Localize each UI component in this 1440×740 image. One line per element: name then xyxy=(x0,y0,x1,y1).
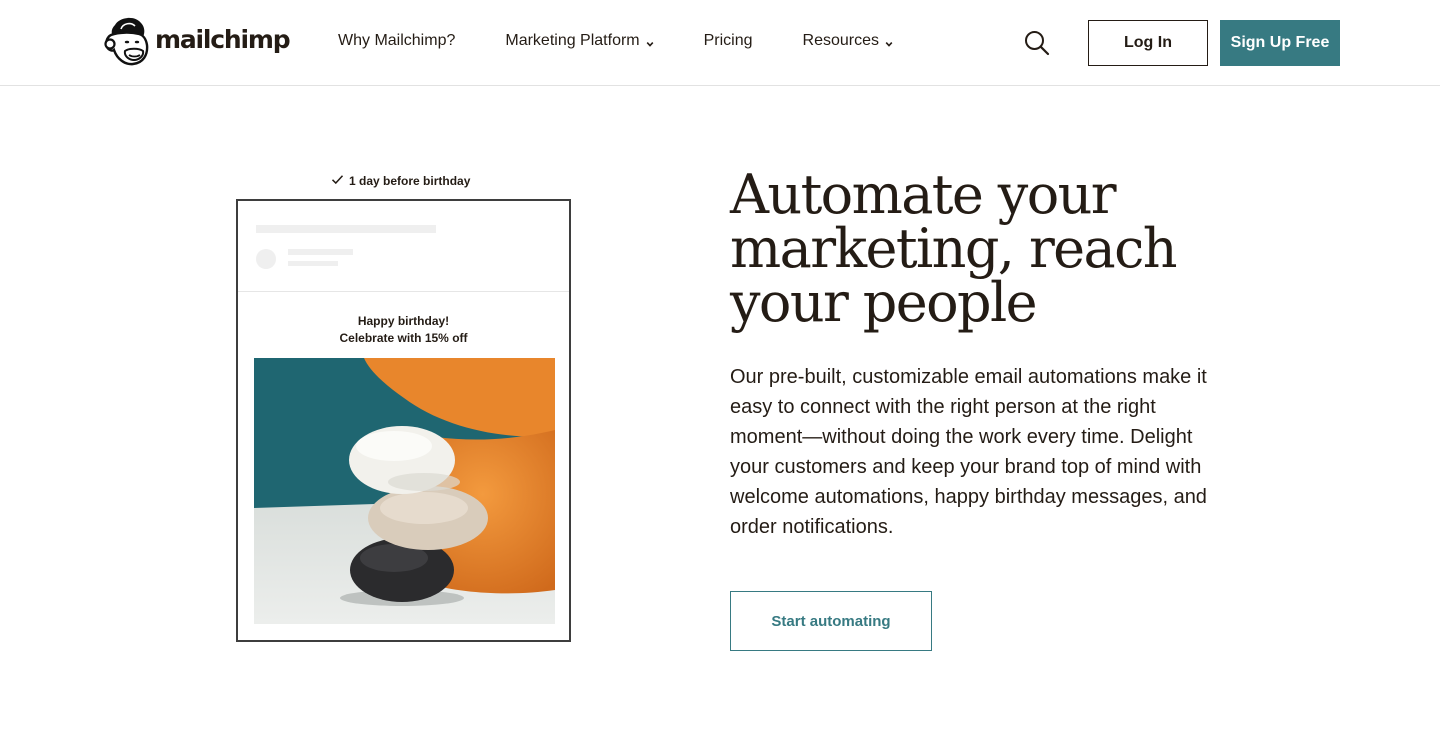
search-icon[interactable] xyxy=(1023,29,1051,57)
description-line: moment—without doing the work every time… xyxy=(730,426,1193,448)
nav-item-label: Pricing xyxy=(703,32,753,49)
divider xyxy=(238,291,569,292)
placeholder-line xyxy=(288,249,353,255)
start-automating-button[interactable]: Start automating xyxy=(730,591,932,651)
headline-line: Automate your xyxy=(730,163,1117,226)
headline-line: your people xyxy=(730,271,1038,334)
email-heading-line: Happy birthday! xyxy=(357,314,450,328)
description-line: Our pre-built, customizable email automa… xyxy=(730,366,1207,388)
email-heading-line: Celebrate with 15% off xyxy=(339,331,468,345)
placeholder-avatar xyxy=(256,249,276,269)
email-heading: Happy birthday! Celebrate with 15% off xyxy=(238,313,569,347)
headline-line: marketing, reach xyxy=(730,217,1178,280)
nav-item-label: Marketing Platform xyxy=(505,32,640,49)
description-line: your customers and keep your brand top o… xyxy=(730,456,1202,478)
trigger-text: 1 day before birthday xyxy=(349,174,471,188)
login-button[interactable]: Log In xyxy=(1088,20,1208,66)
placeholder-line xyxy=(256,225,436,233)
freddie-monkey-logo-icon xyxy=(101,15,151,67)
nav-item-label: Why Mailchimp? xyxy=(338,32,456,49)
email-preview-card: Happy birthday! Celebrate with 15% off xyxy=(236,199,571,642)
placeholder-line xyxy=(288,261,338,266)
signup-button[interactable]: Sign Up Free xyxy=(1220,20,1340,66)
nav-why-mailchimp[interactable]: Why Mailchimp? xyxy=(338,32,455,50)
chevron-down-icon xyxy=(883,36,895,47)
nav-pricing[interactable]: Pricing xyxy=(704,32,753,50)
nav-marketing-platform[interactable]: Marketing Platform xyxy=(505,32,655,50)
hero-description: Our pre-built, customizable email automa… xyxy=(730,362,1230,542)
description-line: welcome automations, happy birthday mess… xyxy=(730,486,1207,508)
chevron-down-icon xyxy=(644,36,656,47)
site-header: mailchimp Why Mailchimp? Marketing Platf… xyxy=(0,0,1440,86)
nav-resources[interactable]: Resources xyxy=(803,32,895,50)
automation-trigger-label: 1 day before birthday xyxy=(331,174,470,188)
hero-headline: Automate your marketing, reach your peop… xyxy=(730,168,1250,330)
description-line: order notifications. xyxy=(730,516,894,538)
check-icon xyxy=(331,174,349,188)
nav-item-label: Resources xyxy=(802,32,880,49)
logo-wordmark: mailchimp xyxy=(155,24,291,54)
email-product-photo xyxy=(254,358,555,624)
main-nav: Why Mailchimp? Marketing Platform Pricin… xyxy=(338,32,895,50)
description-line: easy to connect with the right person at… xyxy=(730,396,1156,418)
mailchimp-logo[interactable]: mailchimp xyxy=(101,15,291,67)
